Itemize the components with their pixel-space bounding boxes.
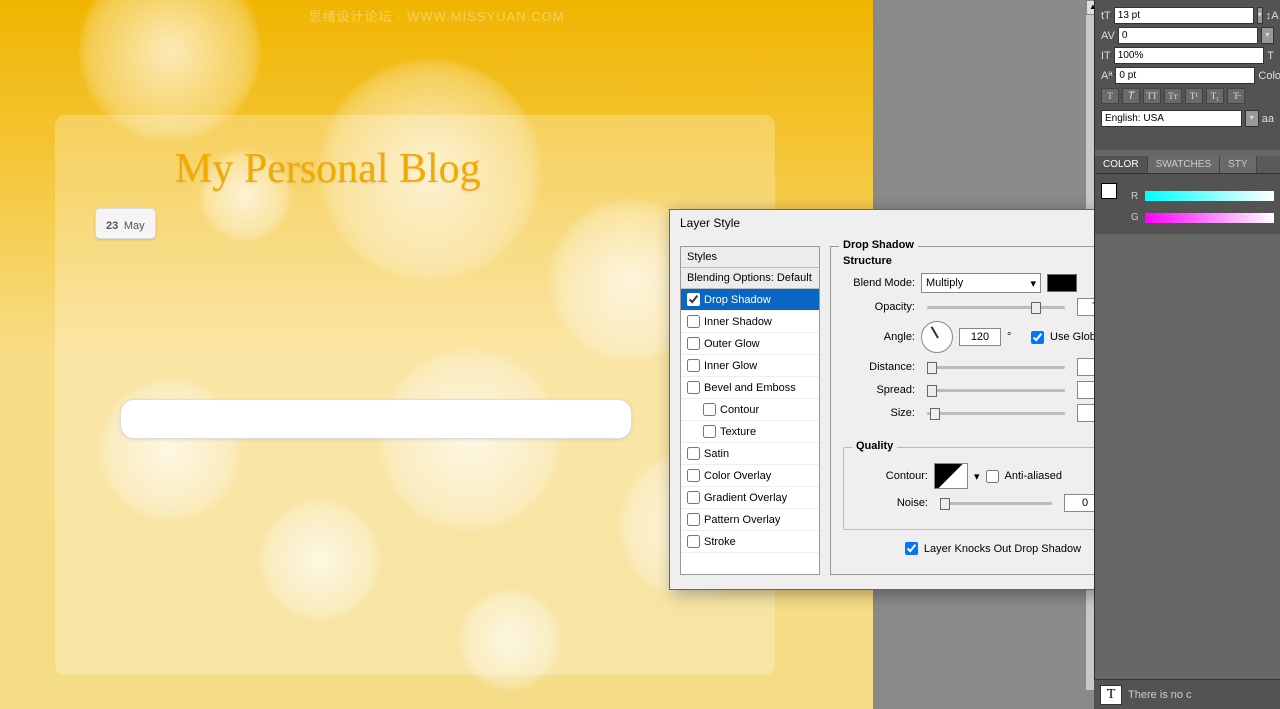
font-size-icon: tT xyxy=(1101,10,1111,22)
effect-texture[interactable]: Texture xyxy=(681,421,819,443)
spread-label: Spread: xyxy=(843,384,915,396)
opacity-label: Opacity: xyxy=(843,301,915,313)
antialiased-label: Anti-aliased xyxy=(1005,470,1062,482)
blog-card: My Personal Blog 23 May xyxy=(55,115,775,675)
section-title: Drop Shadow xyxy=(839,239,918,251)
text-layer-icon[interactable]: T xyxy=(1100,685,1122,705)
chevron-down-icon: ▾ xyxy=(1030,277,1036,290)
effect-satin[interactable]: Satin xyxy=(681,443,819,465)
effect-checkbox[interactable] xyxy=(687,315,700,328)
effect-contour[interactable]: Contour xyxy=(681,399,819,421)
hscale-icon: T xyxy=(1267,50,1274,62)
tab-styles[interactable]: STY xyxy=(1220,156,1256,173)
blend-mode-label: Blend Mode: xyxy=(843,277,915,289)
dropdown-icon[interactable]: ▾ xyxy=(1245,110,1259,127)
watermark-text: 思绪设计论坛 · WWW.MISSYUAN.COM xyxy=(308,6,564,25)
r-slider[interactable] xyxy=(1145,191,1274,201)
effects-header[interactable]: Styles xyxy=(681,247,819,268)
effect-checkbox[interactable] xyxy=(687,513,700,526)
size-label: Size: xyxy=(843,407,915,419)
foreground-background-swatch[interactable] xyxy=(1101,183,1127,209)
date-month: May xyxy=(124,220,145,232)
baseline-icon: Aª xyxy=(1101,70,1112,82)
g-slider[interactable] xyxy=(1145,213,1274,223)
angle-dial[interactable] xyxy=(921,321,953,353)
effect-stroke[interactable]: Stroke xyxy=(681,531,819,553)
effect-pattern-overlay[interactable]: Pattern Overlay xyxy=(681,509,819,531)
knockout-checkbox[interactable] xyxy=(905,542,918,555)
right-panel-dock: tT ▾ ↕A AV ▾ IT T Aª Color: T T TT Tᴛ T¹… xyxy=(1094,0,1280,709)
dropdown-icon[interactable]: ▾ xyxy=(1261,27,1274,44)
font-size-input[interactable] xyxy=(1114,7,1254,24)
effect-checkbox[interactable] xyxy=(687,293,700,306)
vscale-input[interactable] xyxy=(1114,47,1264,64)
date-day: 23 xyxy=(106,220,118,232)
opacity-slider[interactable] xyxy=(927,306,1065,309)
effect-bevel-emboss[interactable]: Bevel and Emboss xyxy=(681,377,819,399)
angle-unit: ° xyxy=(1007,331,1025,343)
strikethrough-button[interactable]: T̶ xyxy=(1227,88,1245,104)
tracking-icon: AV xyxy=(1101,30,1115,42)
noise-slider[interactable] xyxy=(940,502,1052,505)
baseline-input[interactable] xyxy=(1115,67,1255,84)
allcaps-button[interactable]: TT xyxy=(1143,88,1161,104)
post-input[interactable] xyxy=(120,399,632,439)
angle-input[interactable] xyxy=(959,328,1001,346)
effect-checkbox[interactable] xyxy=(687,337,700,350)
size-slider[interactable] xyxy=(927,412,1065,415)
use-global-light-checkbox[interactable] xyxy=(1031,331,1044,344)
effect-color-overlay[interactable]: Color Overlay xyxy=(681,465,819,487)
layer-status-text: There is no c xyxy=(1128,689,1192,701)
character-panel: tT ▾ ↕A AV ▾ IT T Aª Color: T T TT Tᴛ T¹… xyxy=(1095,0,1280,150)
effect-checkbox[interactable] xyxy=(687,381,700,394)
effect-checkbox[interactable] xyxy=(703,403,716,416)
aa-label: aa xyxy=(1262,113,1274,125)
date-badge: 23 May xyxy=(95,208,156,239)
effects-list: Styles Blending Options: Default Drop Sh… xyxy=(680,246,820,575)
angle-label: Angle: xyxy=(843,331,915,343)
dropdown-icon[interactable]: ▾ xyxy=(1257,7,1263,24)
superscript-button[interactable]: T¹ xyxy=(1185,88,1203,104)
distance-slider[interactable] xyxy=(927,366,1065,369)
shadow-color-swatch[interactable] xyxy=(1047,274,1077,292)
smallcaps-button[interactable]: Tᴛ xyxy=(1164,88,1182,104)
effect-drop-shadow[interactable]: Drop Shadow xyxy=(681,289,819,311)
bold-button[interactable]: T xyxy=(1101,88,1119,104)
antialiased-checkbox[interactable] xyxy=(986,470,999,483)
contour-picker[interactable] xyxy=(934,463,968,489)
effect-checkbox[interactable] xyxy=(687,469,700,482)
effect-checkbox[interactable] xyxy=(703,425,716,438)
layers-bottom-row: T There is no c xyxy=(1094,679,1280,709)
tab-swatches[interactable]: SWATCHES xyxy=(1148,156,1221,173)
chevron-down-icon[interactable]: ▾ xyxy=(974,470,980,483)
blending-options-row[interactable]: Blending Options: Default xyxy=(681,268,819,289)
g-label: G xyxy=(1131,212,1141,223)
subscript-button[interactable]: T₁ xyxy=(1206,88,1224,104)
color-label: Color: xyxy=(1258,70,1280,82)
italic-button[interactable]: T xyxy=(1122,88,1140,104)
noise-label: Noise: xyxy=(856,497,928,509)
effect-inner-glow[interactable]: Inner Glow xyxy=(681,355,819,377)
language-select[interactable] xyxy=(1101,110,1242,127)
effect-checkbox[interactable] xyxy=(687,447,700,460)
effect-gradient-overlay[interactable]: Gradient Overlay xyxy=(681,487,819,509)
contour-label: Contour: xyxy=(856,470,928,482)
blog-title: My Personal Blog xyxy=(175,145,735,193)
tab-color[interactable]: COLOR xyxy=(1095,156,1148,173)
effect-checkbox[interactable] xyxy=(687,535,700,548)
effect-checkbox[interactable] xyxy=(687,359,700,372)
effect-inner-shadow[interactable]: Inner Shadow xyxy=(681,311,819,333)
quality-title: Quality xyxy=(852,440,897,452)
tracking-input[interactable] xyxy=(1118,27,1258,44)
color-panel: COLOR SWATCHES STY R G xyxy=(1095,156,1280,234)
leading-icon: ↕A xyxy=(1266,10,1279,22)
knockout-label: Layer Knocks Out Drop Shadow xyxy=(924,543,1081,555)
distance-label: Distance: xyxy=(843,361,915,373)
effect-outer-glow[interactable]: Outer Glow xyxy=(681,333,819,355)
vscale-icon: IT xyxy=(1101,50,1111,62)
blend-mode-select[interactable]: Multiply▾ xyxy=(921,273,1041,293)
r-label: R xyxy=(1131,191,1141,202)
effect-checkbox[interactable] xyxy=(687,491,700,504)
spread-slider[interactable] xyxy=(927,389,1065,392)
